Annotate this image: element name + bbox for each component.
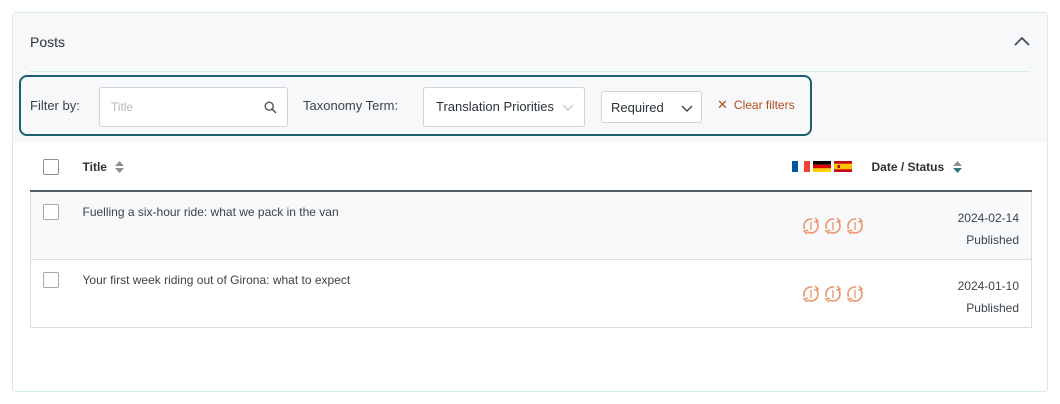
row-checkbox-cell	[30, 191, 83, 260]
germany-flag-icon	[812, 161, 831, 172]
close-icon: ✕	[717, 97, 728, 112]
date-status-column-label: Date / Status	[871, 160, 945, 174]
post-status: Published	[966, 300, 1019, 315]
filter-bar: Filter by: Taxonomy Term: Translation Pr…	[19, 75, 812, 136]
date-status-cell: 2024-01-10 Published	[871, 259, 1032, 328]
post-date: 2024-02-14	[957, 211, 1019, 225]
title-search-input[interactable]	[111, 98, 261, 116]
date-status-cell: 2024-02-14 Published	[871, 191, 1032, 260]
taxonomy-term-select[interactable]: Translation Priorities	[423, 87, 585, 127]
translation-sync-icon[interactable]	[845, 284, 865, 304]
translation-status-cell	[761, 191, 872, 260]
table-header-row: Title Date / Status	[30, 144, 1032, 192]
translation-sync-icon[interactable]	[801, 216, 821, 236]
post-title[interactable]: Fuelling a six-hour ride: what we pack i…	[82, 191, 762, 260]
select-all-checkbox[interactable]	[42, 158, 59, 175]
priority-select[interactable]: Required	[601, 91, 702, 123]
panel-title: Posts	[30, 34, 66, 50]
panel-header: Posts Filter by: Taxonomy Term: Translat…	[13, 13, 1047, 142]
posts-panel: Posts Filter by: Taxonomy Term: Translat…	[12, 12, 1048, 392]
translation-sync-icon[interactable]	[823, 216, 843, 236]
row-checkbox[interactable]	[43, 204, 59, 220]
post-status: Published	[966, 233, 1019, 247]
header-divider	[30, 71, 1030, 72]
sort-icon[interactable]	[952, 161, 962, 173]
translation-sync-icon[interactable]	[823, 284, 843, 304]
title-column-header[interactable]: Title	[82, 144, 762, 192]
title-column-label: Title	[82, 160, 107, 174]
france-flag-icon	[791, 161, 810, 172]
post-date: 2024-01-10	[957, 278, 1019, 293]
translation-sync-icon[interactable]	[845, 216, 865, 236]
posts-table: Title Date / Status Fuelling a six-hour …	[30, 144, 1032, 328]
chevron-up-icon[interactable]	[1013, 34, 1031, 48]
filter-by-label: Filter by:	[30, 98, 80, 113]
title-search-field[interactable]	[99, 87, 288, 127]
clear-filters-button[interactable]: ✕ Clear filters	[717, 97, 795, 113]
search-icon[interactable]	[264, 101, 277, 114]
table-row: Fuelling a six-hour ride: what we pack i…	[30, 191, 1032, 260]
translation-status-cell	[761, 259, 872, 328]
taxonomy-term-label: Taxonomy Term:	[303, 98, 399, 113]
post-title[interactable]: Your first week riding out of Girona: wh…	[82, 259, 762, 328]
row-checkbox-cell	[30, 259, 83, 328]
translation-sync-icon[interactable]	[801, 284, 821, 304]
chevron-down-icon	[562, 104, 574, 111]
row-checkbox[interactable]	[43, 271, 59, 288]
priority-value: Required	[611, 100, 664, 115]
languages-column-header	[761, 144, 872, 192]
select-all-cell	[30, 144, 83, 192]
taxonomy-term-value: Translation Priorities	[436, 99, 555, 114]
table-row: Your first week riding out of Girona: wh…	[30, 259, 1032, 328]
date-status-column-header[interactable]: Date / Status	[871, 144, 1032, 192]
sort-icon[interactable]	[115, 161, 125, 173]
chevron-down-icon	[681, 105, 693, 112]
clear-filters-label: Clear filters	[733, 98, 795, 112]
spain-flag-icon	[833, 161, 852, 172]
